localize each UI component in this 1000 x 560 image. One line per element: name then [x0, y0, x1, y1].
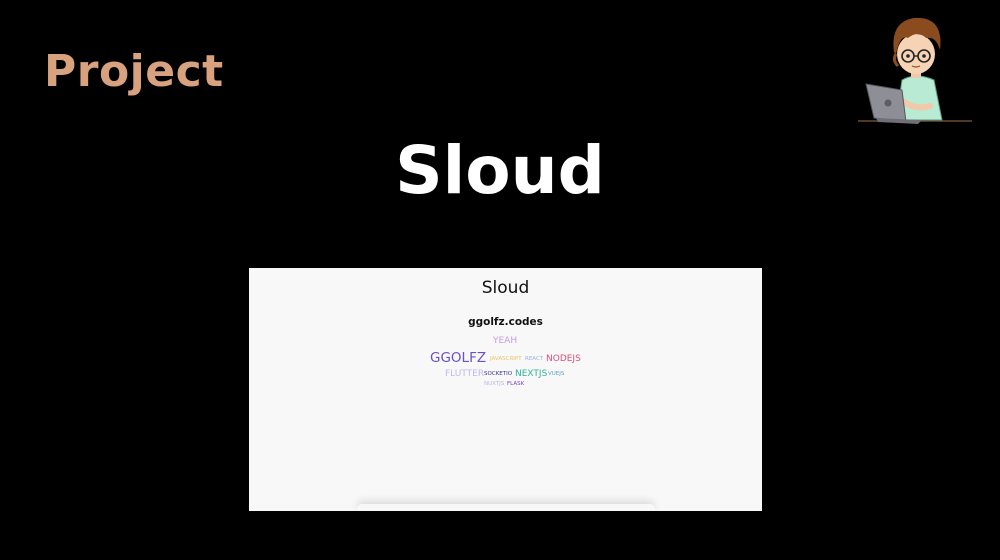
word-yeah: YEAH: [493, 336, 518, 346]
word-flutter: FLUTTER: [445, 369, 485, 379]
word-vuejs: VUEJS: [548, 371, 565, 377]
section-label: Project: [44, 46, 224, 97]
word-react: REACT: [525, 356, 544, 362]
word-cloud: YEAH GGOLFZ JAVASCRIPT REACT NODEJS FLUT…: [249, 268, 762, 511]
word-javascript: JAVASCRIPT: [490, 356, 522, 362]
word-nodejs: NODEJS: [546, 354, 581, 364]
word-nuxtjs: NUXTJS: [484, 381, 505, 387]
developer-with-laptop-icon: [856, 10, 974, 128]
slide: Project Sloud Sloud ggolfz.codes YEAH GG…: [0, 0, 1000, 560]
word-ggolfz: GGOLFZ: [430, 350, 487, 366]
preview-footer-shadow: [357, 504, 655, 511]
word-flask: FLASK: [507, 381, 525, 387]
app-preview-screenshot: Sloud ggolfz.codes YEAH GGOLFZ JAVASCRIP…: [249, 268, 762, 511]
word-socketio: SOCKETIO: [484, 371, 513, 377]
word-nextjs: NEXTJS: [515, 369, 548, 379]
project-title: Sloud: [395, 132, 605, 209]
